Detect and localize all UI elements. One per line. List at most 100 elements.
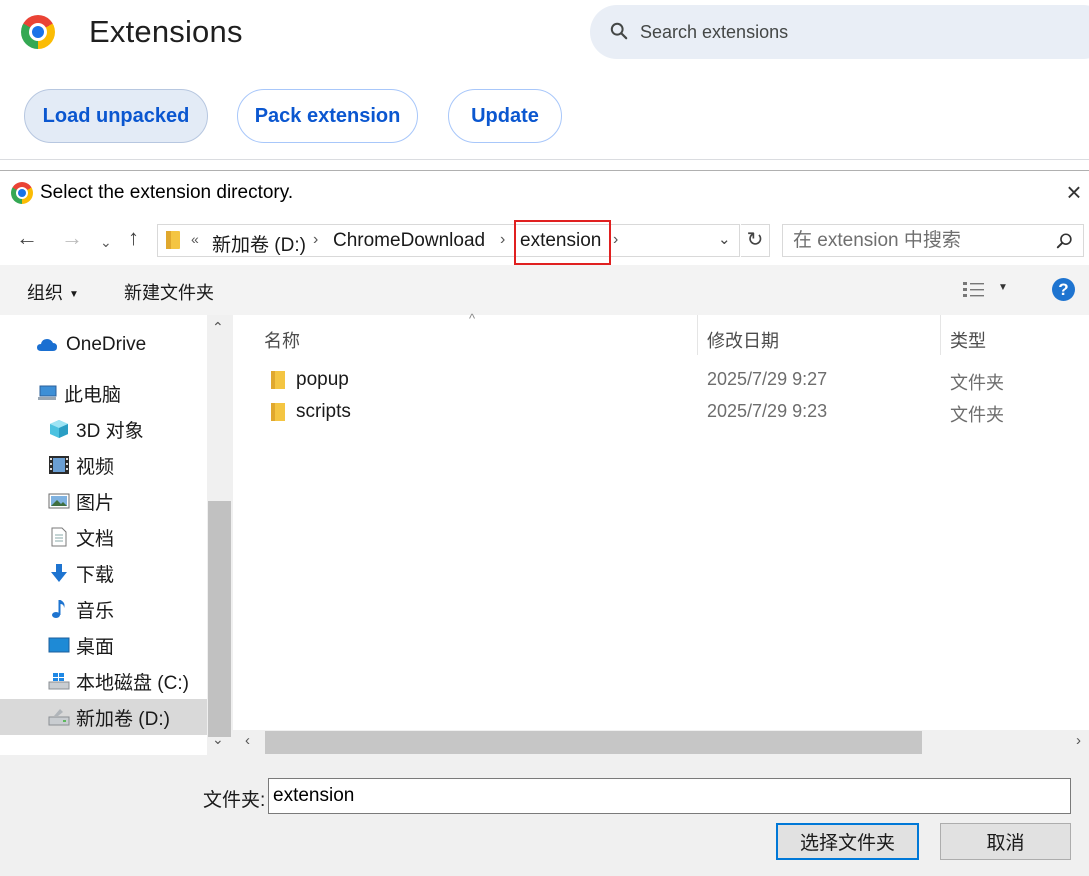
caret-down-icon: ▼ [69, 288, 79, 300]
load-unpacked-button[interactable]: Load unpacked [24, 89, 208, 143]
nav-item-label: 图片 [76, 492, 115, 514]
chevron-right-icon[interactable]: › [613, 231, 618, 249]
folder-icon [166, 231, 180, 249]
nav-item-desktop[interactable]: 桌面 [48, 627, 114, 663]
onedrive-cloud-icon [37, 339, 57, 351]
chrome-icon [11, 182, 33, 204]
nav-item-label: 音乐 [76, 600, 115, 622]
scrollbar-thumb[interactable] [208, 501, 231, 737]
highlight-box [514, 220, 611, 265]
nav-item-videos[interactable]: 视频 [48, 447, 114, 483]
scroll-right-arrow-icon[interactable]: › [1076, 732, 1081, 749]
nav-item-pictures[interactable]: 图片 [48, 483, 114, 519]
windows-drive-icon [48, 673, 70, 690]
folder-label: 文件夹: [203, 790, 266, 811]
nav-item-label: 文档 [76, 528, 115, 550]
folder-icon [271, 371, 285, 389]
nav-item-music[interactable]: 音乐 [48, 591, 114, 627]
nav-item-drive-c[interactable]: 本地磁盘 (C:) [48, 663, 189, 699]
scroll-down-arrow-icon[interactable]: ⌄ [212, 731, 224, 748]
nav-item-drive-d[interactable]: 新加卷 (D:) [48, 699, 170, 735]
back-arrow-icon[interactable]: ← [16, 227, 38, 249]
dialog-titlebar: Select the extension directory. × [0, 171, 1089, 213]
up-arrow-icon[interactable]: ↑ [128, 227, 139, 249]
music-note-icon [52, 600, 65, 618]
file-date: 2025/7/29 9:27 [707, 369, 828, 389]
column-divider[interactable] [697, 315, 698, 355]
drive-icon [48, 709, 70, 726]
folder-name-input[interactable] [268, 778, 1071, 814]
help-icon[interactable]: ? [1052, 278, 1075, 301]
nav-item-documents[interactable]: 文档 [48, 519, 114, 555]
refresh-icon[interactable]: ↻ [741, 224, 770, 257]
nav-item-label: 本地磁盘 (C:) [76, 672, 189, 694]
chrome-logo-icon [21, 15, 55, 49]
nav-item-label: 下载 [76, 564, 115, 586]
film-icon [49, 456, 69, 474]
update-button[interactable]: Update [448, 89, 562, 143]
file-type: 文件夹 [950, 373, 1004, 393]
folder-icon [271, 403, 285, 421]
overflow-chevron-icon[interactable]: « [191, 231, 199, 247]
navigation-pane: OneDrive 此电脑 3D 对象 视频 图片 文档 下载 音乐 桌面 本地磁… [0, 315, 232, 755]
forward-arrow-icon[interactable]: → [61, 227, 83, 249]
column-divider[interactable] [940, 315, 941, 355]
search-icon [610, 22, 628, 40]
file-name: popup [296, 369, 349, 390]
nav-item-this-pc[interactable]: 此电脑 [36, 375, 121, 411]
nav-item-3d-objects[interactable]: 3D 对象 [48, 411, 144, 447]
file-date: 2025/7/29 9:23 [707, 401, 828, 421]
extensions-search[interactable]: Search extensions [590, 5, 1089, 59]
file-row[interactable]: popup 2025/7/29 9:27 文件夹 [233, 365, 1089, 397]
3d-cube-icon [50, 420, 68, 438]
document-icon [51, 527, 67, 547]
search-icon[interactable] [1056, 232, 1074, 250]
nav-pane-scrollbar[interactable]: ⌃ ⌄ [207, 315, 232, 755]
file-row[interactable]: scripts 2025/7/29 9:23 文件夹 [233, 397, 1089, 429]
organize-menu[interactable]: 组织 ▼ [27, 279, 79, 305]
new-folder-button[interactable]: 新建文件夹 [124, 279, 214, 305]
chevron-right-icon[interactable]: › [500, 231, 505, 249]
scroll-up-arrow-icon[interactable]: ⌃ [212, 319, 224, 336]
pack-extension-button[interactable]: Pack extension [237, 89, 418, 143]
breadcrumb-chromedownload[interactable]: ChromeDownload [333, 230, 485, 252]
recent-locations-chevron-icon[interactable]: ⌄ [100, 231, 112, 253]
page-title: Extensions [89, 14, 243, 49]
desktop-icon [48, 637, 70, 653]
nav-item-label: OneDrive [66, 334, 147, 355]
address-dropdown-chevron-icon[interactable]: ⌄ [718, 230, 731, 248]
command-toolbar: 组织 ▼ 新建文件夹 ▼ ? [0, 265, 1089, 315]
nav-item-label: 3D 对象 [76, 420, 144, 442]
cancel-button[interactable]: 取消 [940, 823, 1071, 860]
nav-item-label: 桌面 [76, 636, 115, 658]
computer-icon [38, 385, 57, 400]
horizontal-scrollbar[interactable]: ‹ › [233, 730, 1089, 755]
address-bar[interactable]: « 新加卷 (D:) › ChromeDownload › extension … [157, 220, 740, 265]
download-arrow-icon [51, 564, 67, 582]
nav-item-onedrive[interactable]: OneDrive [34, 327, 146, 363]
column-header-name[interactable]: 名称 [264, 327, 300, 353]
view-dropdown-caret-icon[interactable]: ▼ [998, 282, 1008, 293]
select-folder-button[interactable]: 选择文件夹 [776, 823, 919, 860]
view-options-icon[interactable] [962, 280, 988, 300]
column-header-date[interactable]: 修改日期 [707, 327, 779, 353]
scroll-left-arrow-icon[interactable]: ‹ [245, 732, 250, 749]
sort-ascending-icon: ^ [469, 311, 476, 326]
file-list-pane: ^ 名称 修改日期 类型 popup 2025/7/29 9:27 文件夹 sc… [233, 311, 1089, 755]
nav-item-downloads[interactable]: 下载 [48, 555, 114, 591]
scrollbar-thumb[interactable] [265, 731, 922, 754]
chevron-right-icon[interactable]: › [313, 231, 318, 249]
dialog-title: Select the extension directory. [40, 182, 294, 203]
nav-item-label: 新加卷 (D:) [76, 708, 170, 730]
file-type: 文件夹 [950, 405, 1004, 425]
breadcrumb-drive-d[interactable]: 新加卷 (D:) [212, 230, 306, 257]
folder-search-input[interactable] [783, 225, 1048, 256]
file-name: scripts [296, 401, 351, 422]
close-icon[interactable]: × [1060, 179, 1088, 207]
picture-icon [48, 493, 70, 509]
nav-item-label: 视频 [76, 456, 115, 478]
organize-label: 组织 [27, 283, 63, 303]
divider [0, 159, 1089, 160]
folder-search [782, 224, 1084, 257]
column-header-type[interactable]: 类型 [950, 327, 986, 353]
